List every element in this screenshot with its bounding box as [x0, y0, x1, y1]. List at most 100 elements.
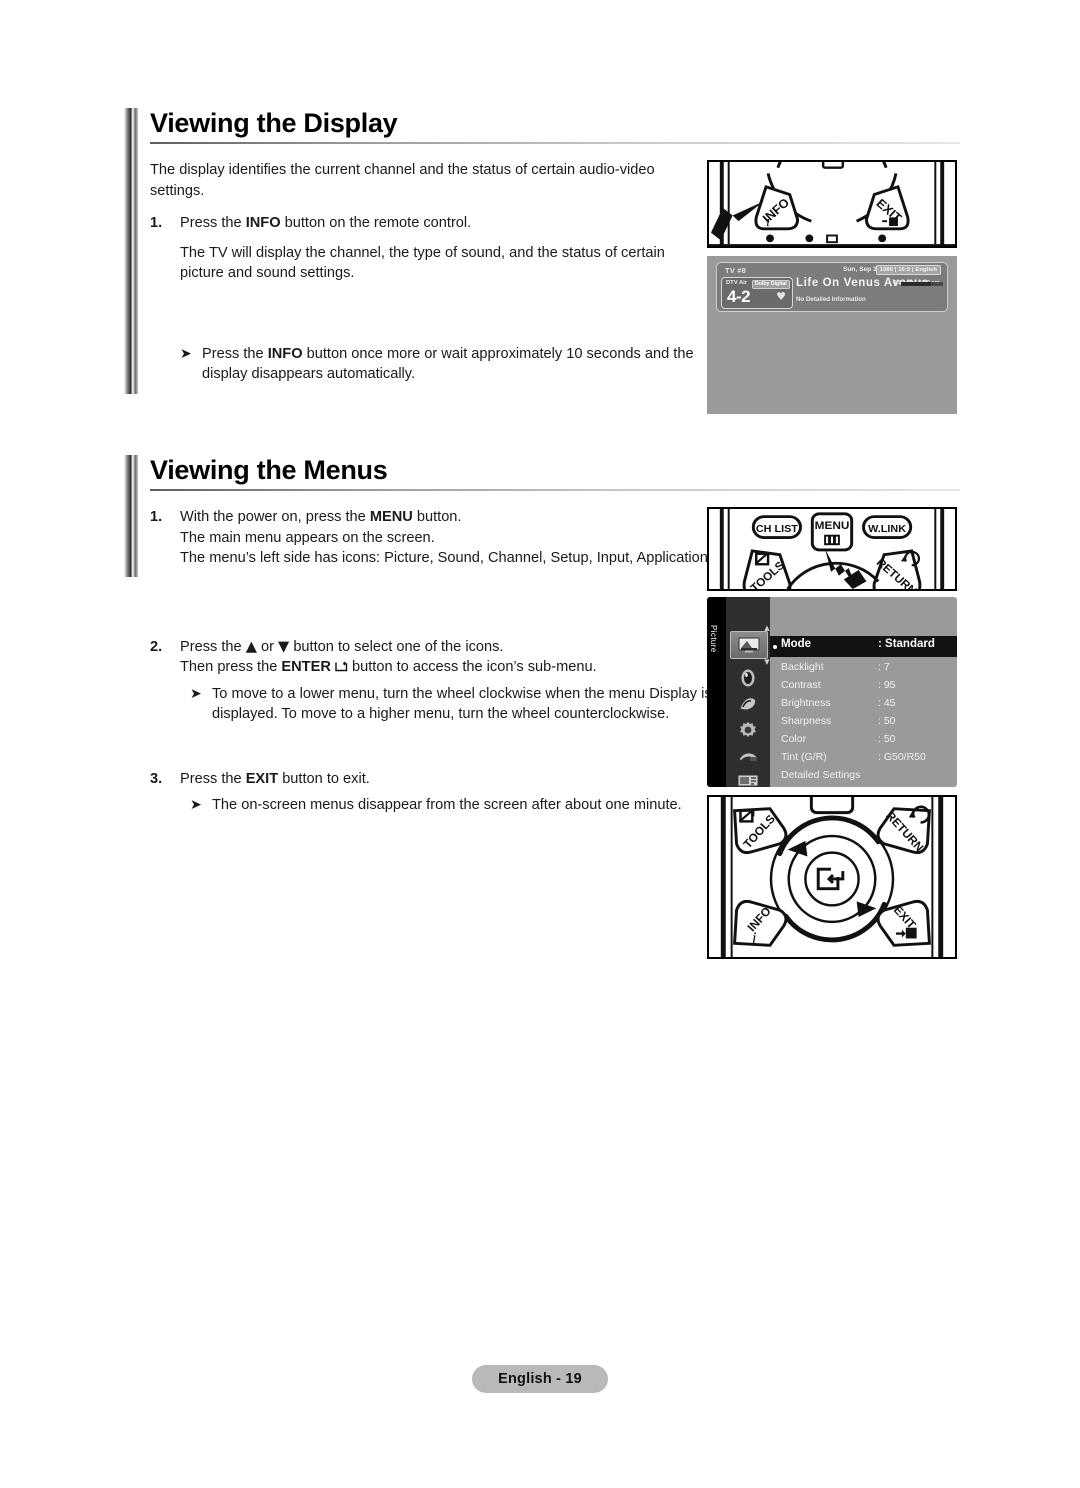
manual-page: Viewing the Display The display identifi… [0, 0, 1080, 1488]
figure-remote-info: INFO i EXIT [707, 160, 957, 248]
svg-text:i: i [752, 928, 757, 947]
step-text-tail: button on the remote control. [280, 215, 472, 231]
page-title: Viewing the Display [150, 108, 398, 138]
osd-channel-number: 4-2 [727, 287, 751, 306]
osd-row-value: : 50 [878, 715, 896, 727]
step-1: 1. Press the INFO button on the remote c… [150, 213, 710, 234]
osd-row-sharpness[interactable]: Sharpness : 50 [770, 713, 957, 732]
bullet-arrow-icon: ➤ [190, 797, 202, 813]
osd-row-label: Backlight [781, 661, 824, 673]
osd-row-value: : Standard [878, 638, 935, 650]
figure-remote-info-frame: INFO i EXIT [707, 160, 957, 248]
osd-specs-badge: 1080 | 16:9 | English [875, 265, 941, 275]
section-2-body: 1. With the power on, press the MENU but… [150, 507, 720, 816]
step-3-bullet: ➤ The on-screen menus disappear from the… [150, 795, 720, 816]
osd-detail-text: No Detailed Information [796, 296, 866, 303]
step2-or: or [256, 638, 279, 655]
figure-remote-menu-frame: CH LIST MENU W.LINK TOOLS RETURN [707, 507, 957, 591]
arrow-up-icon: ▲ [245, 637, 257, 655]
step-3-menus: 3. Press the EXIT button to exit. [150, 769, 720, 790]
enter-button-keyword: ENTER [281, 659, 331, 675]
section-heading-2: Viewing the Menus [124, 455, 960, 491]
step-2-menus: 2. Press the ▲ or ▼ button to select one… [150, 637, 720, 678]
menu-icon-sound[interactable] [733, 667, 763, 689]
step-1-menus: 1. With the power on, press the MENU but… [150, 507, 720, 569]
intro-paragraph: The display identifies the current chann… [150, 162, 655, 199]
osd-row-value: : 50 [878, 733, 896, 745]
step2-lead: Press the [180, 638, 246, 655]
osd-row-value: : 45 [878, 697, 896, 709]
section-heading: Viewing the Display [124, 108, 960, 144]
osd-row-label: Contrast [781, 679, 821, 691]
step-number: 3. [150, 770, 163, 787]
figure-remote-wheel: TOOLS RETURN INFO i EXIT [707, 795, 957, 959]
osd-row-label: Tint (G/R) [781, 751, 827, 763]
remote-wheel-illustration: TOOLS RETURN INFO i EXIT [709, 797, 955, 957]
osd-picture-menu: Picture ▲ ▼ Mode: Standard Backlight: … [707, 597, 957, 787]
menu-icon-input[interactable] [733, 745, 763, 767]
figure-remote-wheel-frame: TOOLS RETURN INFO i EXIT [707, 795, 957, 959]
step3-tail: button to exit. [278, 770, 370, 787]
bullet-lead: Press the [202, 345, 268, 362]
step-number: 1. [150, 215, 163, 231]
step-text-lead: Press the [180, 215, 246, 231]
svg-text:CH LIST: CH LIST [756, 523, 799, 535]
favorite-heart-icon: ♥ [776, 290, 786, 303]
bullet-info-dismiss: ➤ Press the INFO button once more or wai… [150, 344, 710, 385]
arrow-down-icon: ▼ [278, 637, 290, 655]
step-number: 1. [150, 509, 163, 525]
menu-icon-application[interactable] [733, 769, 763, 787]
osd-row-backlight[interactable]: Backlight : 7 [770, 659, 957, 678]
bullet-text: To move to a lower menu, turn the wheel … [212, 685, 712, 723]
osd-audio-badge: Dolby Digital [752, 279, 790, 289]
bullet-text: The on-screen menus disappear from the s… [212, 797, 682, 813]
step-text: Press the INFO button on the remote cont… [180, 213, 710, 234]
osd-row-label: Mode [781, 638, 812, 650]
remote-info-illustration: INFO i EXIT [709, 162, 955, 246]
heading-divider [150, 142, 960, 144]
menu-icon-setup[interactable] [733, 719, 763, 741]
osd-progress-bar [901, 282, 943, 286]
osd-row-tint[interactable]: Tint (G/R) : G50/R50 [770, 749, 957, 768]
remote-menu-illustration: CH LIST MENU W.LINK TOOLS RETURN [709, 509, 955, 589]
step2-line2-tail: button to access the icon’s sub-menu. [347, 659, 597, 675]
info-button-keyword: INFO [245, 215, 281, 231]
menu-icon-picture[interactable] [730, 631, 768, 659]
osd-row-value: : 7 [878, 661, 890, 673]
osd-row-mode[interactable]: Mode : Standard [770, 637, 957, 656]
osd-row-detailed-settings[interactable]: Detailed Settings [770, 767, 957, 786]
step-line-2: The main menu appears on the screen. [180, 529, 435, 546]
osd-row-contrast[interactable]: Contrast : 95 [770, 677, 957, 696]
step-number: 2. [150, 638, 163, 655]
enter-icon [335, 661, 348, 672]
info-keyword: INFO [267, 345, 303, 362]
figure-osd-menu: Picture ▲ ▼ Mode: Standard Backlight: … [707, 597, 957, 787]
osd-row-value: : 95 [878, 679, 896, 691]
bullet-text: Press the INFO button once more or wait … [202, 344, 710, 385]
osd-row-color[interactable]: Color : 50 [770, 731, 957, 750]
osd-banner-topline: TV #8 Sun, Sep 3 1:46 pm 1080 | 16:9 | E… [725, 265, 941, 277]
step2-tail: button to select one of the icons. [289, 638, 504, 655]
page-footer: English - 19 [0, 1365, 1080, 1393]
osd-row-label: Detailed Settings [781, 769, 861, 781]
osd-sidebar-label: Picture [709, 625, 718, 653]
step-1-note: The TV will display the channel, the typ… [150, 243, 710, 284]
menu-button-keyword: MENU [369, 509, 413, 525]
osd-tv-label: TV #8 [725, 266, 747, 275]
step3-lead: Press the [180, 770, 246, 787]
step2-line2-lead: Then press the [180, 659, 282, 675]
osd-menu-rows: Mode : Standard Backlight : 7 Contrast :… [770, 597, 957, 787]
menu-icon-channel[interactable] [733, 693, 763, 715]
osd-icon-column: ▲ ▼ [726, 597, 770, 787]
page-number-badge: English - 19 [472, 1365, 608, 1393]
osd-channel-box: DTV Air Dolby Digital 4-2 ♥ [721, 277, 793, 309]
step-2-bullet: ➤ To move to a lower menu, turn the whee… [150, 684, 720, 725]
bullet-arrow-icon: ➤ [190, 685, 202, 702]
svg-text:MENU: MENU [815, 519, 850, 532]
osd-row-brightness[interactable]: Brightness : 45 [770, 695, 957, 714]
bullet-arrow-icon: ➤ [180, 345, 192, 362]
svg-text:i: i [766, 214, 770, 230]
step-text: Press the ▲ or ▼ button to select one of… [180, 637, 720, 678]
osd-menu-sidebar: Picture [707, 597, 726, 787]
figure-tv-osd: TV #8 Sun, Sep 3 1:46 pm 1080 | 16:9 | E… [707, 256, 957, 414]
